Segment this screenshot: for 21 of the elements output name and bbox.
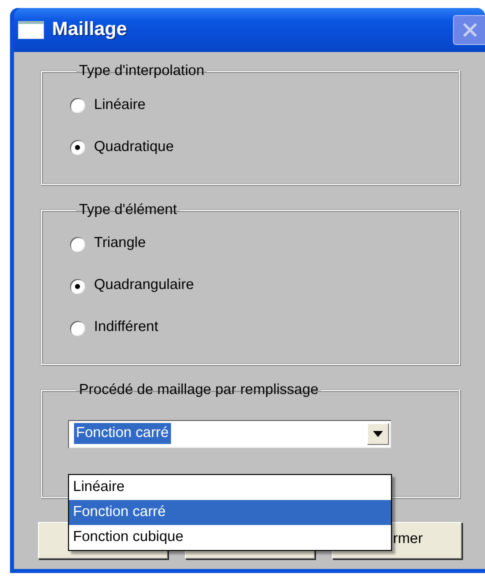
window-title: Maillage (52, 18, 127, 42)
radio-button[interactable] (70, 98, 85, 113)
radio-button[interactable] (70, 320, 85, 336)
radio-button[interactable] (70, 236, 85, 252)
radio-label[interactable]: Indifférent (94, 317, 158, 339)
dropdown-button[interactable] (367, 422, 389, 444)
dropdown-option[interactable]: Fonction carré (69, 500, 391, 525)
group-title: Type d'élément (78, 202, 178, 217)
caret-icon (373, 430, 383, 436)
radio-label[interactable]: Quadratique (94, 136, 174, 158)
radio-label[interactable]: Quadrangulaire (94, 275, 194, 297)
group-title: Procédé de maillage par remplissage (78, 383, 320, 398)
group-title: Type d'interpolation (78, 64, 206, 78)
radio-label[interactable]: Triangle (94, 233, 146, 255)
radio-button[interactable] (70, 278, 85, 294)
radio-button[interactable] (70, 140, 85, 155)
dropdown-option[interactable]: Linéaire (69, 475, 391, 500)
close-icon (462, 22, 478, 38)
window-icon (18, 21, 44, 39)
radio-label[interactable]: Linéaire (94, 94, 146, 116)
dropdown-field[interactable]: Fonction carré (68, 420, 391, 448)
